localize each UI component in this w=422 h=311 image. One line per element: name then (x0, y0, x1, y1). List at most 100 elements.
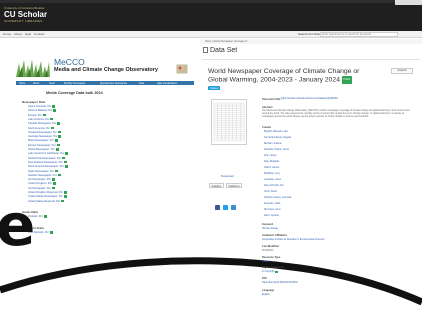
document-icon (58, 135, 62, 138)
document-icon (63, 195, 67, 198)
creator-link[interactable]: Simonsen, Anne (264, 209, 281, 211)
keyword-link[interactable]: Climate change (262, 228, 278, 230)
analytics-button[interactable]: Analytics (391, 68, 413, 74)
analytics-action-button[interactable]: Analytics (209, 183, 224, 188)
nav-home[interactable]: Home (3, 32, 11, 36)
resource-type-label: Resource Type (262, 256, 281, 259)
newspaper-link[interactable]: United Kingdom: Por (28, 182, 56, 185)
newspaper-link-label: New Zealand Newspaper: Por (28, 160, 63, 164)
creator-link[interactable]: Nacu-Schmidt, Ami (264, 185, 284, 187)
newspaper-link[interactable]: Africa & Mideast: Por (28, 109, 57, 113)
newspaper-link[interactable]: Europe Newspaper: Por (28, 143, 60, 147)
creator-link[interactable]: Osborne-Gowey, Jeremiah (264, 197, 291, 199)
citations-dropdown[interactable]: Citations ▾ (226, 183, 243, 188)
site-title[interactable]: CU Scholar (4, 10, 47, 19)
mecco-logo[interactable]: MeCCO Media and Climate Change Observato… (16, 57, 196, 83)
mecco-nav-home[interactable]: Home (19, 82, 25, 85)
breadcrumb[interactable]: Home / Global Newspaper Coverage of ... (200, 39, 422, 44)
document-icon (64, 165, 68, 168)
creator-link[interactable]: Daly, Meaghan (264, 161, 279, 163)
creator-link[interactable]: Gifford, Lauren (264, 167, 279, 169)
document-icon (63, 160, 67, 164)
swoosh-decoration (0, 257, 422, 306)
newspaper-link-label: Europe Newspaper: Por (28, 143, 56, 147)
document-icon (54, 169, 58, 173)
divider (202, 59, 420, 60)
persistent-url-label: Persistent URL: (262, 98, 282, 101)
newspaper-link[interactable]: North America Newspaper: Por (28, 165, 68, 168)
newspaper-link-label: North America Newspaper: Por (28, 165, 64, 169)
creator-link[interactable]: Chen, Ruiyu (264, 155, 277, 157)
document-icon (53, 109, 57, 112)
creator-link[interactable]: Benham, Andrew (264, 143, 282, 145)
newspaper-link-label: Latin America: Por (28, 117, 50, 121)
newspaper-link[interactable]: Oceania Newspaper: Por (28, 130, 61, 134)
newspaper-link[interactable]: North America: Por (28, 126, 54, 130)
mecco-nav-special[interactable]: Special Issue Summaries (100, 82, 127, 85)
document-icon (63, 191, 67, 194)
newspaper-link[interactable]: Global Total Newspaper: Por (28, 156, 65, 160)
document-icon (56, 143, 60, 147)
facebook-share-icon[interactable] (215, 205, 220, 210)
mecco-nav-visualizations[interactable]: Data Visualizations (157, 82, 177, 85)
document-icon (50, 126, 54, 130)
creator-link[interactable]: Oonk, David (264, 191, 277, 193)
nav-help[interactable]: Help (25, 32, 31, 36)
newspaper-link[interactable]: Latin America: Por (28, 117, 54, 121)
newspaper-link[interactable]: Australia Newspaper: Por (28, 135, 62, 138)
newspaper-link[interactable]: Brazil Newspaper: Por (28, 139, 58, 142)
newspaper-link[interactable]: Latin America & Caribbean: Por (28, 152, 69, 156)
keyword-label: Keyword (262, 223, 273, 226)
creator-link[interactable]: McAllister, Lucy (264, 173, 280, 175)
creator-link[interactable]: Zamri, Ayesha (264, 215, 279, 217)
newspaper-link[interactable]: New Zealand Newspaper: Por (28, 160, 67, 164)
creator-link[interactable]: Pearman, Olivia (264, 203, 280, 205)
section-heading: Data Set (203, 47, 237, 54)
resource-type-link[interactable]: Dataset (262, 261, 270, 263)
document-icon (51, 186, 55, 190)
affiliation-link[interactable]: Cooperative Institute for Research in En… (262, 239, 325, 241)
newspaper-link[interactable]: Canada Newspaper: Por (28, 122, 61, 126)
document-icon (52, 105, 56, 108)
persistent-url-link[interactable]: https://scholar.colorado.edu/concern/dat… (281, 98, 338, 100)
document-icon (52, 182, 56, 185)
language-link[interactable]: English (262, 294, 270, 296)
newspaper-link-label: Latin America & Caribbean: Por (28, 152, 65, 156)
mecco-nav-team[interactable]: Team (49, 82, 55, 85)
newspaper-link[interactable]: Sweden Newspaper: Por (28, 173, 61, 177)
newspaper-link-label: Sweden Newspaper: Por (28, 173, 57, 177)
document-icon (43, 215, 47, 218)
newspaper-link-label: Africa & Mideast: Por (28, 109, 53, 113)
newspaper-link-label: Brazil Newspaper: Por (28, 139, 54, 143)
coverage-title: Media Coverage Data bulk 2024 (46, 91, 103, 95)
last-modified-value: 01/30/2024 (262, 250, 274, 252)
creator-link[interactable]: Luedecke, Gesa (264, 179, 281, 181)
search-input[interactable] (320, 32, 398, 37)
nav-contact[interactable]: Contact (34, 32, 44, 36)
abstract-label: Abstract (262, 106, 273, 109)
newspaper-link[interactable]: Europe: Por (28, 113, 46, 117)
mecco-nav-monthly[interactable]: Monthly Summaries (64, 82, 85, 85)
rights-link[interactable]: In Copyright (262, 271, 279, 274)
dataset-thumbnail[interactable] (211, 99, 247, 145)
newspaper-link[interactable]: UK Newspaper: Por (28, 178, 55, 181)
creator-link[interactable]: Boykoff, Maxwell, Lead (264, 131, 288, 133)
newspaper-link-label: Spain Newspaper: Por (28, 169, 54, 173)
document-icon (61, 199, 65, 203)
newspaper-link[interactable]: US Newspaper: Por (28, 186, 55, 190)
newspaper-link-label: Canada Newspaper: Por (28, 122, 57, 126)
mecco-nav-data[interactable]: Data (139, 82, 144, 85)
nav-about[interactable]: About (14, 32, 22, 36)
newspaper-link[interactable]: Global Newspaper: Por (28, 148, 59, 151)
google-share-icon[interactable] (231, 205, 236, 210)
creator-link[interactable]: Fernandez-Reyes, Rogelio (264, 137, 291, 139)
newspaper-link[interactable]: Spain Newspaper: Por (28, 169, 58, 173)
mecco-nav-about[interactable]: About (33, 82, 39, 85)
document-icon (55, 148, 59, 151)
newspaper-link[interactable]: Asia & Oceania: Por (28, 105, 56, 108)
download-link[interactable]: Download (221, 174, 233, 178)
twitter-share-icon[interactable] (223, 205, 228, 210)
doi-link[interactable]: https://doi.org/10.25810/4c3b-B911 (262, 282, 298, 284)
newspaper-link-label: US Newspaper: Por (28, 186, 51, 190)
creator-link[interactable]: Chandler, Patrick, Junior (264, 149, 289, 151)
